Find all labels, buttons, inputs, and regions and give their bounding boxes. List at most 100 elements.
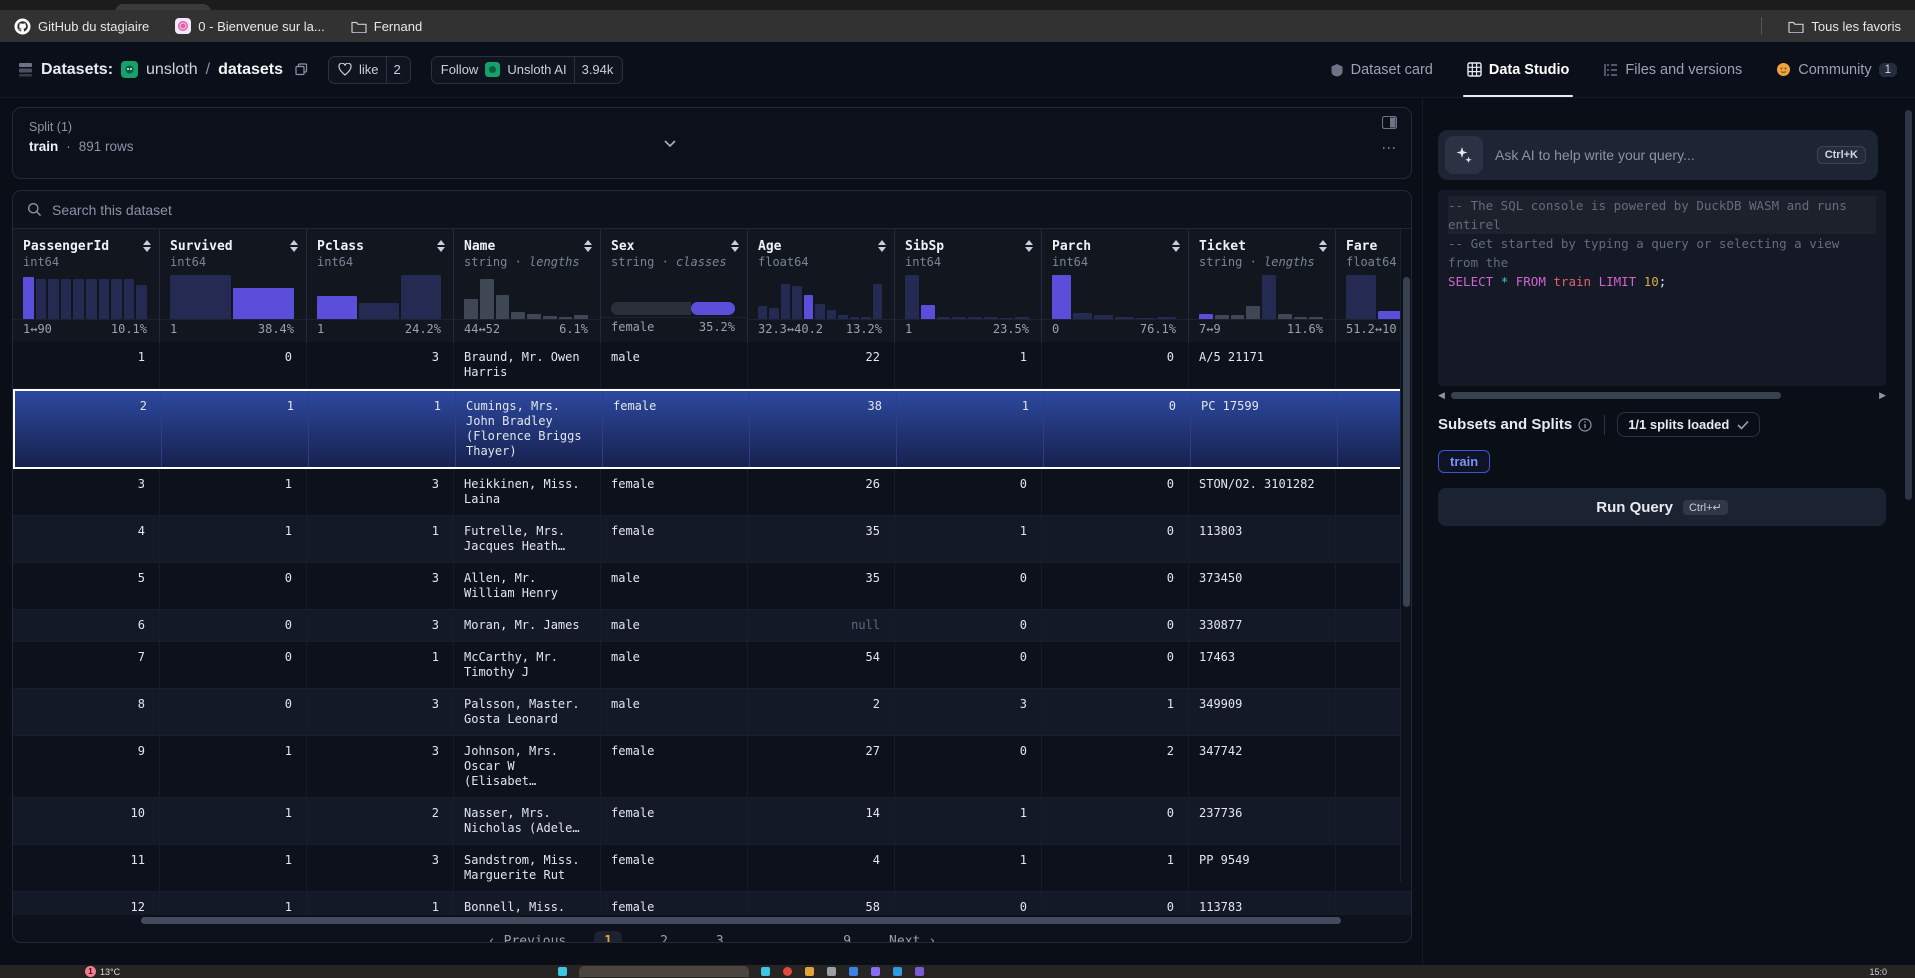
table-cell[interactable]: 1: [1042, 845, 1189, 891]
table-cell[interactable]: 4: [13, 516, 160, 562]
table-cell[interactable]: female: [601, 469, 748, 515]
column-header[interactable]: Name: [454, 237, 600, 255]
histogram-bar[interactable]: [1136, 318, 1155, 319]
histogram-bar[interactable]: [1278, 314, 1292, 319]
table-cell[interactable]: 1: [307, 642, 454, 688]
sort-icon[interactable]: [1172, 240, 1180, 252]
histogram-bar[interactable]: [574, 315, 588, 319]
table-cell[interactable]: 0: [895, 736, 1042, 797]
sort-icon[interactable]: [290, 240, 298, 252]
table-cell[interactable]: 1: [309, 391, 456, 467]
histogram-bar[interactable]: [233, 288, 294, 319]
table-cell[interactable]: male: [601, 689, 748, 735]
histogram-bar[interactable]: [827, 310, 836, 319]
histogram-bar[interactable]: [36, 279, 47, 319]
taskbar-app-icon[interactable]: [783, 967, 792, 976]
page-number[interactable]: 1: [594, 931, 622, 944]
histogram-bar[interactable]: [850, 317, 859, 319]
histogram-bar[interactable]: [838, 315, 847, 319]
table-cell[interactable]: Sandstrom, Miss. Marguerite Rut: [454, 845, 601, 891]
table-cell[interactable]: A/5 21171: [1189, 342, 1336, 388]
table-cell[interactable]: 3: [307, 469, 454, 515]
histogram-bar[interactable]: [359, 303, 399, 319]
table-cell[interactable]: female: [601, 892, 748, 915]
histogram-bar[interactable]: [1262, 275, 1276, 319]
column-header[interactable]: Pclass: [307, 237, 453, 255]
split-selector[interactable]: Split (1) train · 891 rows ⋮: [12, 107, 1412, 179]
table-cell[interactable]: 22: [748, 342, 895, 388]
histogram-bar[interactable]: [1199, 314, 1213, 319]
table-cell[interactable]: 0: [895, 642, 1042, 688]
table-cell[interactable]: 0: [1042, 642, 1189, 688]
table-cell[interactable]: female: [603, 391, 750, 467]
table-row[interactable]: 1012Nasser, Mrs. Nicholas (Adele…female1…: [13, 798, 1411, 845]
table-cell[interactable]: 1: [895, 798, 1042, 844]
run-query-button[interactable]: Run Query Ctrl+↵: [1438, 488, 1886, 526]
bookmark-item[interactable]: GitHub du stagiaire: [14, 18, 149, 35]
table-cell[interactable]: 27: [748, 736, 895, 797]
scroll-right-arrow[interactable]: ▶: [1879, 390, 1886, 400]
histogram-bar[interactable]: [792, 286, 801, 319]
histogram-bar[interactable]: [937, 317, 951, 319]
table-horizontal-scrollbar[interactable]: [13, 915, 1411, 925]
taskbar-app-icon[interactable]: [805, 967, 814, 976]
ai-query-input[interactable]: [1495, 147, 1805, 163]
table-cell[interactable]: Heikkinen, Miss. Laina: [454, 469, 601, 515]
sort-icon[interactable]: [437, 240, 445, 252]
tab-files-and-versions[interactable]: Files and versions: [1603, 42, 1742, 97]
sort-icon[interactable]: [878, 240, 886, 252]
histogram-bar[interactable]: [1115, 317, 1134, 319]
histogram-bar[interactable]: [124, 279, 135, 319]
sql-editor-scrollbar[interactable]: ◀ ▶: [1438, 390, 1886, 400]
table-cell[interactable]: 1: [162, 391, 309, 467]
bookmark-item[interactable]: Fernand: [351, 19, 422, 34]
weather-widget[interactable]: 1 13°C: [85, 966, 120, 977]
histogram-bar[interactable]: [968, 317, 982, 319]
histogram-bar[interactable]: [86, 279, 97, 319]
table-cell[interactable]: 0: [160, 610, 307, 641]
sort-icon[interactable]: [731, 240, 739, 252]
info-icon[interactable]: [1578, 418, 1592, 432]
table-cell[interactable]: Nasser, Mrs. Nicholas (Adele…: [454, 798, 601, 844]
previous-button[interactable]: ‹Previous: [488, 934, 566, 944]
table-cell[interactable]: 9: [13, 736, 160, 797]
table-cell[interactable]: male: [601, 563, 748, 609]
table-cell[interactable]: female: [601, 516, 748, 562]
like-button[interactable]: like 2: [328, 56, 411, 84]
table-cell[interactable]: 1: [160, 892, 307, 915]
histogram-bar[interactable]: [758, 306, 767, 319]
table-row[interactable]: 913Johnson, Mrs. Oscar W (Elisabet…femal…: [13, 736, 1411, 798]
column-header[interactable]: Ticket: [1189, 237, 1335, 255]
taskbar-active-window[interactable]: [579, 966, 749, 977]
histogram-bar[interactable]: [1157, 317, 1176, 319]
histogram-bar[interactable]: [480, 279, 494, 319]
table-cell[interactable]: 6: [13, 610, 160, 641]
table-cell[interactable]: 35: [748, 563, 895, 609]
table-cell[interactable]: 113803: [1189, 516, 1336, 562]
histogram-segment[interactable]: [611, 302, 691, 315]
table-cell[interactable]: 3: [895, 689, 1042, 735]
table-cell[interactable]: male: [601, 342, 748, 388]
chevron-down-icon[interactable]: [661, 134, 679, 157]
table-cell[interactable]: 113783: [1189, 892, 1336, 915]
search-input[interactable]: [52, 202, 652, 218]
histogram-bar[interactable]: [317, 296, 357, 319]
table-cell[interactable]: 1: [895, 516, 1042, 562]
histogram-bar[interactable]: [401, 275, 441, 319]
table-cell[interactable]: 0: [160, 689, 307, 735]
sort-icon[interactable]: [1319, 240, 1327, 252]
table-row[interactable]: 1113Sandstrom, Miss. Marguerite Rutfemal…: [13, 845, 1411, 892]
table-cell[interactable]: PC 17599: [1191, 391, 1338, 467]
table-cell[interactable]: 237736: [1189, 798, 1336, 844]
tab-dataset-card[interactable]: Dataset card: [1330, 42, 1433, 97]
histogram-bar[interactable]: [769, 308, 778, 319]
taskbar-app-icon[interactable]: [827, 967, 836, 976]
table-cell[interactable]: Johnson, Mrs. Oscar W (Elisabet…: [454, 736, 601, 797]
table-cell[interactable]: 54: [748, 642, 895, 688]
table-row[interactable]: 603Moran, Mr. Jamesmalenull00330877: [13, 610, 1411, 642]
taskbar-app-icon[interactable]: [558, 967, 567, 976]
table-cell[interactable]: 11: [13, 845, 160, 891]
table-cell[interactable]: Palsson, Master. Gosta Leonard: [454, 689, 601, 735]
page-number[interactable]: 2: [650, 931, 678, 944]
histogram-bar[interactable]: [873, 284, 882, 319]
